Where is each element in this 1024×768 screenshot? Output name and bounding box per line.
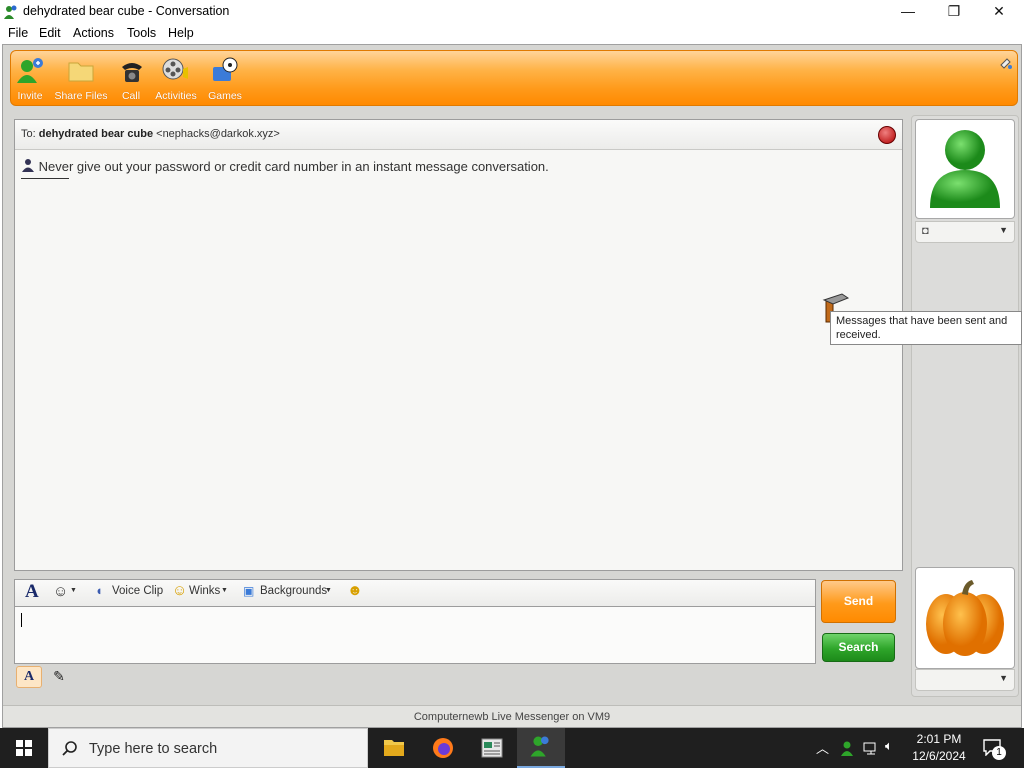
call-label: Call	[121, 90, 141, 102]
pumpkin-avatar-icon	[926, 580, 1004, 656]
film-reel-icon	[162, 58, 188, 80]
window-title: dehydrated bear cube - Conversation	[23, 4, 230, 18]
restore-button[interactable]: ❐	[931, 0, 977, 24]
winks-icon: ☺	[172, 582, 188, 599]
font-icon[interactable]: A	[25, 581, 39, 603]
send-button[interactable]: Send	[821, 580, 896, 623]
winks-button[interactable]: Winks	[189, 585, 220, 597]
firefox-icon[interactable]	[419, 728, 467, 768]
status-bar: Computernewb Live Messenger on VM9	[3, 705, 1021, 727]
tooltip: Messages that have been sent and receive…	[830, 311, 1022, 345]
minimize-button[interactable]: —	[885, 0, 931, 24]
taskbar: Type here to search ︿ 🔈︎ 2:01 PM 12/6/20…	[0, 728, 1024, 768]
menu-tools[interactable]: Tools	[127, 26, 156, 40]
backgrounds-button[interactable]: Backgrounds	[260, 585, 327, 597]
volume-icon[interactable]: 🔈︎	[885, 738, 901, 754]
news-app-icon[interactable]	[468, 728, 516, 768]
clock-date: 12/6/2024	[912, 749, 966, 763]
user-silhouette-icon	[22, 159, 34, 172]
font-mode-icon[interactable]: A	[16, 666, 42, 688]
nudge-icon[interactable]: ☻	[347, 582, 363, 599]
my-picture-options[interactable]: ▼	[915, 669, 1015, 691]
messenger-app-icon	[4, 5, 17, 19]
format-bar: A ✎	[14, 664, 74, 690]
handwriting-mode-icon[interactable]: ✎	[46, 666, 72, 688]
block-contact-icon[interactable]	[878, 126, 896, 144]
file-explorer-icon[interactable]	[370, 728, 418, 768]
title-bar: dehydrated bear cube - Conversation — ❐ …	[0, 0, 1024, 24]
webcam-icon: ◘	[922, 225, 929, 237]
search-icon	[62, 741, 77, 756]
invite-icon	[17, 58, 43, 83]
share-files-label: Share Files	[54, 90, 108, 102]
games-icon	[213, 57, 238, 81]
invite-label: Invite	[17, 90, 43, 102]
chevron-down-icon: ▼	[999, 673, 1008, 683]
clock[interactable]: 2:01 PM 12/6/2024	[904, 731, 974, 765]
games-button[interactable]: Games	[207, 55, 243, 102]
search-button[interactable]: Search	[822, 633, 895, 662]
activities-button[interactable]: Activities	[153, 55, 199, 102]
to-bar: To: dehydrated bear cube <nephacks@darko…	[15, 120, 902, 150]
status-text: Computernewb Live Messenger on VM9	[413, 711, 611, 723]
taskbar-search[interactable]: Type here to search	[48, 728, 368, 768]
voice-clip-button[interactable]: Voice Clip	[112, 585, 163, 597]
warning-text: Never give out your password or credit c…	[38, 159, 549, 174]
emoticon-icon[interactable]: ☺	[53, 583, 68, 600]
activities-label: Activities	[155, 90, 197, 102]
messenger-taskbar-icon[interactable]	[517, 728, 565, 768]
customize-paint-icon[interactable]	[999, 56, 1013, 70]
speaker-icon: ◖	[95, 583, 103, 598]
notifications-button[interactable]: 1	[982, 736, 1008, 760]
chevron-down-icon[interactable]: ▼	[221, 587, 228, 594]
chevron-down-icon[interactable]: ▼	[70, 587, 77, 594]
contact-display-picture[interactable]	[915, 119, 1015, 219]
conversation-history[interactable]: To: dehydrated bear cube <nephacks@darko…	[14, 119, 903, 571]
clock-time: 2:01 PM	[916, 732, 962, 746]
compose-toolbar: A ☺ ▼ ◖ Voice Clip ☺ Winks ▼ ▣ Backgroun…	[14, 579, 816, 606]
close-button[interactable]: ✕	[976, 0, 1022, 24]
notification-count: 1	[992, 746, 1006, 760]
phone-icon	[122, 63, 142, 82]
share-files-button[interactable]: Share Files	[54, 55, 108, 102]
invite-button[interactable]: Invite	[14, 55, 46, 102]
chevron-down-icon: ▼	[999, 225, 1008, 235]
my-display-picture[interactable]	[915, 567, 1015, 669]
contact-name: dehydrated bear cube	[38, 128, 154, 140]
menu-file[interactable]: File	[8, 26, 28, 40]
menu-actions[interactable]: Actions	[73, 26, 114, 40]
security-warning: Never give out your password or credit c…	[21, 158, 549, 174]
folder-icon	[68, 62, 94, 82]
text-caret	[21, 613, 22, 627]
games-label: Games	[208, 90, 242, 102]
windows-start-icon[interactable]	[0, 728, 48, 768]
to-prefix: To:	[21, 128, 36, 140]
network-icon[interactable]	[863, 740, 879, 756]
contact-email: <nephacks@darkok.xyz>	[156, 128, 280, 140]
toolbar: Invite Share Files Call Activities Games	[10, 50, 1018, 106]
backgrounds-icon: ▣	[243, 584, 255, 598]
message-input[interactable]	[14, 606, 816, 664]
call-button[interactable]: Call	[117, 55, 145, 102]
chevron-up-icon[interactable]: ︿	[816, 738, 832, 756]
messenger-tray-icon[interactable]	[839, 740, 855, 756]
divider	[21, 178, 69, 179]
to-line: To: dehydrated bear cube <nephacks@darko…	[21, 128, 280, 140]
search-placeholder: Type here to search	[89, 741, 218, 757]
menu-bar: File Edit Actions Tools Help	[0, 24, 1024, 44]
menu-help[interactable]: Help	[168, 26, 194, 40]
contact-picture-options[interactable]: ◘ ▼	[915, 221, 1015, 243]
contact-avatar-icon	[930, 130, 1000, 208]
menu-edit[interactable]: Edit	[39, 26, 61, 40]
chevron-down-icon[interactable]: ▼	[325, 587, 332, 594]
conversation-window: Invite Share Files Call Activities Games…	[2, 44, 1022, 728]
